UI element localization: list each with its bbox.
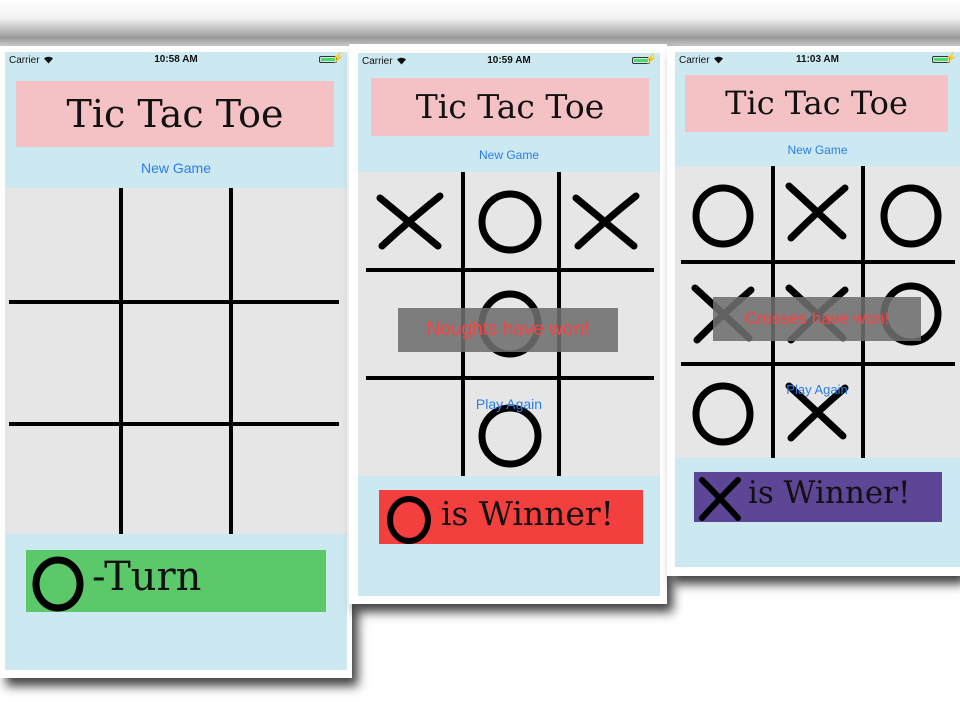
clock: 10:58 AM xyxy=(154,54,198,65)
clock: 11:03 AM xyxy=(796,54,839,65)
winner-indicator: is Winner! xyxy=(379,490,643,544)
new-game-button[interactable]: New Game xyxy=(675,143,960,157)
cross-icon xyxy=(376,192,444,250)
grid-line xyxy=(681,260,955,264)
charging-icon: ⚡ xyxy=(644,54,657,65)
cross-icon xyxy=(572,192,640,250)
board-cell[interactable] xyxy=(123,426,229,534)
board-cell[interactable] xyxy=(5,426,119,534)
turn-indicator: -Turn xyxy=(26,550,326,612)
clock: 10:59 AM xyxy=(487,55,531,66)
grid-line xyxy=(366,268,654,272)
result-banner: Noughts have won! xyxy=(398,308,618,352)
nought-icon xyxy=(387,496,431,544)
app-title: Tic Tac Toe xyxy=(16,81,334,147)
charging-icon: ⚡ xyxy=(944,53,957,64)
cross-icon xyxy=(699,477,741,521)
turn-text: -Turn xyxy=(92,554,202,600)
app-title: Tic Tac Toe xyxy=(685,75,948,132)
winner-text: is Winner! xyxy=(748,475,911,511)
winner-indicator: is Winner! xyxy=(694,472,942,522)
game-board: Crosses have won! Play Again xyxy=(675,166,960,458)
board-cell[interactable] xyxy=(233,188,347,300)
nought-icon xyxy=(692,184,754,248)
nought-icon xyxy=(478,190,542,254)
status-bar: Carrier 10:58 AM ⚡ xyxy=(5,52,347,70)
new-game-button[interactable]: New Game xyxy=(5,160,347,176)
winner-text: is Winner! xyxy=(441,494,614,533)
game-board: Noughts have won! Play Again xyxy=(358,172,660,476)
phone-screen-3: Carrier 11:03 AM ⚡ Tic Tac Toe New Game xyxy=(675,52,960,567)
board-cell[interactable] xyxy=(123,304,229,422)
board-cell[interactable] xyxy=(5,188,119,300)
status-bar: Carrier 10:59 AM ⚡ xyxy=(358,53,660,71)
result-banner: Crosses have won! xyxy=(713,297,921,341)
phone-screen-2: Carrier 10:59 AM ⚡ Tic Tac Toe New Game … xyxy=(358,53,660,596)
board-cell[interactable] xyxy=(233,426,347,534)
app-title: Tic Tac Toe xyxy=(371,78,649,136)
board-cell[interactable] xyxy=(123,188,229,300)
game-board xyxy=(5,188,347,534)
nought-icon xyxy=(32,556,84,612)
status-bar: Carrier 11:03 AM ⚡ xyxy=(675,52,960,70)
play-again-button[interactable]: Play Again xyxy=(458,396,560,412)
play-again-button[interactable]: Play Again xyxy=(767,382,867,397)
new-game-button[interactable]: New Game xyxy=(358,148,660,162)
nought-icon xyxy=(692,382,754,446)
grid-line xyxy=(681,362,955,366)
grid-line xyxy=(366,376,654,380)
charging-icon: ⚡ xyxy=(331,53,344,64)
phone-screen-1: Carrier 10:58 AM ⚡ Tic Tac Toe New Game … xyxy=(5,52,347,670)
board-cell[interactable] xyxy=(233,304,347,422)
board-cell[interactable] xyxy=(5,304,119,422)
cross-icon xyxy=(785,182,849,242)
nought-icon xyxy=(880,184,942,248)
